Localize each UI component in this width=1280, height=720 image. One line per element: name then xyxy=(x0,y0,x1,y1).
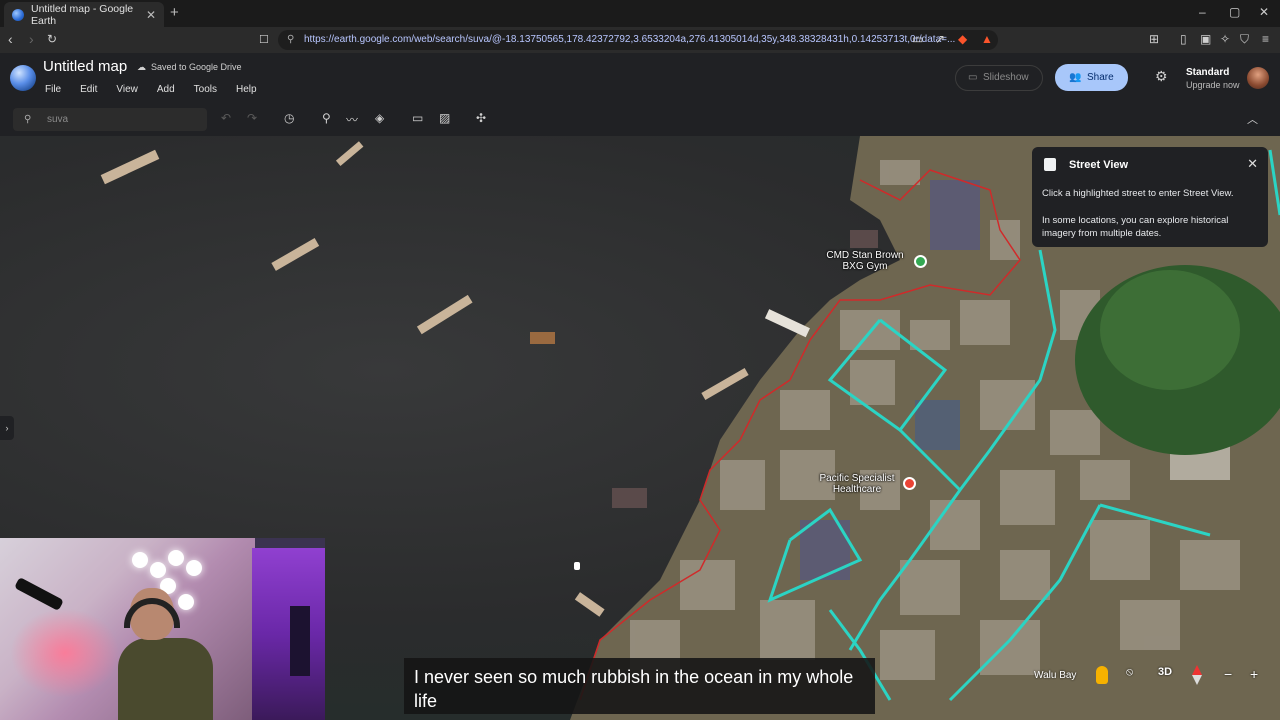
green-hill-top xyxy=(1100,270,1240,390)
3d-toggle-button[interactable]: 3D xyxy=(1158,666,1172,686)
gym-pin-icon[interactable] xyxy=(914,255,927,268)
close-window-icon[interactable]: ✕ xyxy=(1259,5,1269,19)
menu-edit[interactable]: Edit xyxy=(80,84,97,95)
hex-light-icon xyxy=(150,562,166,578)
layers-icon[interactable]: ◈ xyxy=(375,111,384,125)
cloud-icon: ☁ xyxy=(137,62,146,72)
healthcare-label[interactable]: Pacific Specialist Healthcare xyxy=(812,473,902,495)
redo-icon[interactable]: ↷ xyxy=(247,111,257,125)
menu-tools[interactable]: Tools xyxy=(194,84,217,95)
sidebar-icon[interactable]: ▯ xyxy=(1180,32,1187,46)
street-view-instruction: Click a highlighted street to enter Stre… xyxy=(1042,188,1234,199)
streamer-body xyxy=(118,638,213,720)
add-image-icon[interactable]: ▨ xyxy=(439,111,450,125)
close-tab-icon[interactable]: ✕ xyxy=(146,8,156,22)
hospital-pin-icon[interactable] xyxy=(903,477,916,490)
hex-light-icon xyxy=(186,560,202,576)
zoom-out-icon[interactable]: − xyxy=(1224,666,1232,686)
google-earth-logo-icon[interactable] xyxy=(10,65,36,91)
menu-bar: File Edit View Add Tools Help xyxy=(45,84,276,95)
project-title[interactable]: Untitled map xyxy=(43,58,127,75)
collapse-toolbar-icon[interactable]: ︿ xyxy=(1247,111,1258,127)
share-page-icon[interactable]: ↗ xyxy=(935,32,945,46)
streamer xyxy=(118,588,213,720)
street-view-history-note: In some locations, you can explore histo… xyxy=(1042,215,1229,239)
share-people-icon: 👥 xyxy=(1069,72,1082,83)
pink-light xyxy=(10,608,120,698)
maximize-icon[interactable]: ▢ xyxy=(1229,5,1240,19)
browser-tab[interactable]: Untitled map - Google Earth ✕ xyxy=(4,2,164,27)
hex-light-icon xyxy=(132,552,148,568)
url-text: https://earth.google.com/web/search/suva… xyxy=(304,34,956,45)
expand-side-panel-icon[interactable]: › xyxy=(0,416,14,440)
tab-title: Untitled map - Google Earth xyxy=(31,2,134,27)
browser-tab-bar: Untitled map - Google Earth ✕ + – ▢ ✕ xyxy=(0,0,1280,27)
cast-icon[interactable]: ▭ xyxy=(912,32,923,46)
menu-help[interactable]: Help xyxy=(236,84,257,95)
url-field[interactable]: ⚲ https://earth.google.com/web/search/su… xyxy=(278,30,998,50)
brave-shield-icon[interactable]: ◆ xyxy=(958,32,967,46)
app-header: Untitled map ☁ Saved to Google Drive File… xyxy=(0,53,1280,103)
path-icon[interactable]: 〰 xyxy=(346,111,358,128)
pegman-icon[interactable] xyxy=(1096,666,1108,684)
street-view-panel: Street View ✕ Click a highlighted street… xyxy=(1032,147,1268,247)
webcam-overlay xyxy=(0,538,325,720)
menu-view[interactable]: View xyxy=(116,84,138,95)
rotate-lock-icon[interactable]: ⦸ xyxy=(1126,666,1133,686)
slideshow-label: Slideshow xyxy=(983,72,1029,83)
back-icon[interactable]: ‹ xyxy=(8,31,13,47)
street-view-title: Street View xyxy=(1069,159,1129,171)
plan-label: Standard xyxy=(1186,67,1230,78)
menu-add[interactable]: Add xyxy=(157,84,175,95)
satellite-icon[interactable]: ✣ xyxy=(476,111,486,125)
menu-file[interactable]: File xyxy=(45,84,61,95)
mouse-cursor-icon xyxy=(574,562,580,570)
undo-icon[interactable]: ↶ xyxy=(221,111,231,125)
hallway xyxy=(252,548,325,720)
slideshow-button[interactable]: ▭ Slideshow xyxy=(955,65,1043,91)
placemark-icon[interactable]: ⚲ xyxy=(322,111,331,125)
brave-rewards-icon[interactable]: ▲ xyxy=(981,32,993,46)
history-icon[interactable]: ◷ xyxy=(284,111,294,125)
upgrade-link[interactable]: Upgrade now xyxy=(1186,80,1240,90)
walu-bay-label[interactable]: Walu Bay xyxy=(1034,670,1076,681)
compass-icon[interactable] xyxy=(1192,665,1202,685)
extensions-icon[interactable]: ⊞ xyxy=(1149,32,1159,46)
leo-icon[interactable]: ✧ xyxy=(1220,32,1230,46)
reload-icon[interactable]: ↻ xyxy=(47,32,57,46)
gym-label[interactable]: CMD Stan Brown BXG Gym xyxy=(822,250,908,272)
vpn-icon[interactable]: ⛉ xyxy=(1240,32,1249,47)
hex-light-icon xyxy=(168,550,184,566)
slideshow-icon: ▭ xyxy=(968,72,978,83)
address-bar: ‹ › ↻ ☐ ⚲ https://earth.google.com/web/s… xyxy=(0,27,1280,53)
street-view-icon xyxy=(1044,158,1056,171)
zoom-in-icon[interactable]: + xyxy=(1250,666,1258,686)
minimize-icon[interactable]: – xyxy=(1199,5,1206,19)
share-label: Share xyxy=(1087,72,1114,83)
close-street-view-icon[interactable]: ✕ xyxy=(1247,156,1258,172)
forward-icon[interactable]: › xyxy=(29,31,34,47)
search-icon: ⚲ xyxy=(24,114,32,125)
map-toolbar: ⚲ suva ↶ ↷ ◷ ⚲ 〰 ◈ ▭ ▨ ✣ ︿ xyxy=(0,103,1280,136)
subtitle-caption: I never seen so much rubbish in the ocea… xyxy=(404,658,875,714)
share-button[interactable]: 👥 Share xyxy=(1055,64,1128,91)
wallet-icon[interactable]: ▣ xyxy=(1200,32,1211,46)
site-info-icon[interactable]: ⚲ xyxy=(287,30,294,50)
bookmark-icon[interactable]: ☐ xyxy=(259,33,269,46)
search-input[interactable]: ⚲ suva xyxy=(13,108,207,131)
avatar[interactable] xyxy=(1247,67,1269,89)
save-status: ☁ Saved to Google Drive xyxy=(137,62,242,73)
google-earth-favicon-icon xyxy=(12,8,24,21)
new-tab-icon[interactable]: + xyxy=(170,4,179,21)
browser-menu-icon[interactable]: ≡ xyxy=(1262,32,1269,46)
save-status-text: Saved to Google Drive xyxy=(151,62,242,72)
settings-gear-icon[interactable]: ⚙ xyxy=(1155,68,1168,85)
ruler-icon[interactable]: ▭ xyxy=(412,111,423,125)
doorway xyxy=(290,606,310,676)
search-value: suva xyxy=(47,114,69,125)
